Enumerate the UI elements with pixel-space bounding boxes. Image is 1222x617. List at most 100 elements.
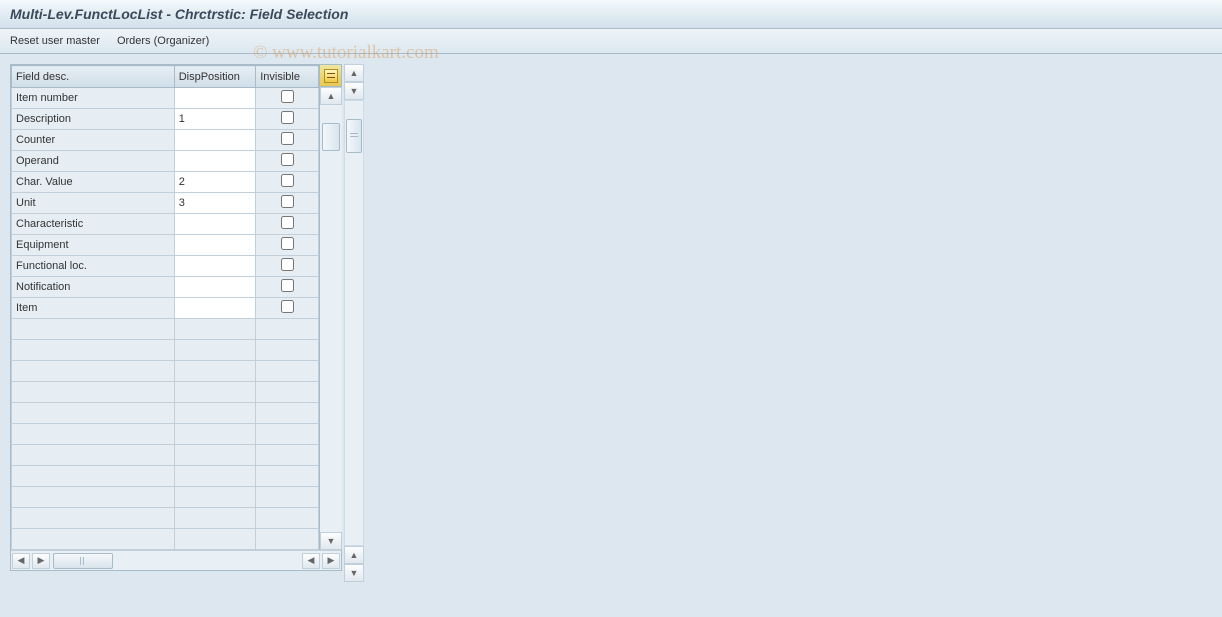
- content-area: Field desc. DispPosition Invisible Item …: [0, 54, 1222, 592]
- field-desc-cell[interactable]: [12, 340, 175, 361]
- table-row: [12, 403, 319, 424]
- field-desc-cell[interactable]: Char. Value: [12, 172, 175, 193]
- scroll-up-icon[interactable]: ▲: [320, 87, 342, 105]
- disp-position-cell[interactable]: [174, 424, 256, 445]
- field-desc-cell[interactable]: [12, 319, 175, 340]
- table-settings-button[interactable]: [320, 65, 341, 87]
- disp-position-cell[interactable]: [174, 340, 256, 361]
- invisible-cell: [256, 130, 319, 151]
- table-horizontal-scrollbar[interactable]: ◀ ▶ ◀ ▶: [11, 550, 341, 570]
- scroll-right-icon[interactable]: ▶: [32, 553, 50, 569]
- vscroll-track[interactable]: [320, 105, 342, 532]
- disp-position-cell[interactable]: [174, 256, 256, 277]
- disp-position-cell[interactable]: [174, 319, 256, 340]
- disp-position-cell[interactable]: [174, 445, 256, 466]
- hscroll-thumb[interactable]: [53, 553, 113, 569]
- disp-position-cell[interactable]: 3: [174, 193, 256, 214]
- field-desc-cell[interactable]: [12, 424, 175, 445]
- disp-position-cell[interactable]: [174, 382, 256, 403]
- scroll-right-end-icon[interactable]: ▶: [322, 553, 340, 569]
- table-row: [12, 424, 319, 445]
- invisible-checkbox[interactable]: [281, 300, 294, 313]
- disp-position-cell[interactable]: [174, 298, 256, 319]
- field-selection-panel: Field desc. DispPosition Invisible Item …: [10, 64, 342, 571]
- invisible-checkbox[interactable]: [281, 237, 294, 250]
- page-title: Multi-Lev.FunctLocList - Chrctrstic: Fie…: [10, 6, 348, 22]
- reset-user-master-button[interactable]: Reset user master: [10, 35, 100, 47]
- vscroll-thumb[interactable]: [322, 123, 340, 151]
- invisible-cell: [256, 235, 319, 256]
- invisible-checkbox[interactable]: [281, 258, 294, 271]
- field-desc-cell[interactable]: Functional loc.: [12, 256, 175, 277]
- invisible-cell: [256, 214, 319, 235]
- table-row: Unit3: [12, 193, 319, 214]
- field-desc-cell[interactable]: Unit: [12, 193, 175, 214]
- field-desc-cell[interactable]: [12, 382, 175, 403]
- field-desc-cell[interactable]: Item: [12, 298, 175, 319]
- field-desc-cell[interactable]: Characteristic: [12, 214, 175, 235]
- panel-vscroll-track[interactable]: [344, 100, 364, 546]
- disp-position-cell[interactable]: [174, 277, 256, 298]
- disp-position-cell[interactable]: [174, 235, 256, 256]
- field-desc-cell[interactable]: [12, 466, 175, 487]
- field-desc-cell[interactable]: Counter: [12, 130, 175, 151]
- column-header-field-desc[interactable]: Field desc.: [12, 66, 175, 88]
- invisible-cell: [256, 445, 319, 466]
- invisible-checkbox[interactable]: [281, 216, 294, 229]
- column-header-disp-position[interactable]: DispPosition: [174, 66, 256, 88]
- invisible-cell: [256, 193, 319, 214]
- disp-position-cell[interactable]: [174, 508, 256, 529]
- disp-position-cell[interactable]: 1: [174, 109, 256, 130]
- panel-scroll-up-end-icon[interactable]: ▲: [344, 546, 364, 564]
- field-desc-cell[interactable]: Item number: [12, 88, 175, 109]
- orders-organizer-button[interactable]: Orders (Organizer): [117, 35, 209, 47]
- field-desc-cell[interactable]: [12, 445, 175, 466]
- disp-position-cell[interactable]: [174, 361, 256, 382]
- field-desc-cell[interactable]: Equipment: [12, 235, 175, 256]
- table-row: Equipment: [12, 235, 319, 256]
- scroll-left-end-icon[interactable]: ◀: [302, 553, 320, 569]
- table-row: [12, 361, 319, 382]
- field-desc-cell[interactable]: [12, 361, 175, 382]
- field-desc-cell[interactable]: [12, 487, 175, 508]
- disp-position-cell[interactable]: [174, 487, 256, 508]
- panel-scroll-down-end-icon[interactable]: ▼: [344, 564, 364, 582]
- scroll-left-icon[interactable]: ◀: [12, 553, 30, 569]
- invisible-cell: [256, 340, 319, 361]
- panel-vscroll-thumb[interactable]: [346, 119, 362, 153]
- field-desc-cell[interactable]: [12, 508, 175, 529]
- invisible-cell: [256, 529, 319, 550]
- invisible-checkbox[interactable]: [281, 195, 294, 208]
- invisible-checkbox[interactable]: [281, 153, 294, 166]
- disp-position-cell[interactable]: [174, 214, 256, 235]
- field-desc-cell[interactable]: Notification: [12, 277, 175, 298]
- panel-scroll-down-icon[interactable]: ▼: [344, 82, 364, 100]
- invisible-checkbox[interactable]: [281, 279, 294, 292]
- disp-position-cell[interactable]: [174, 88, 256, 109]
- table-row: [12, 508, 319, 529]
- invisible-checkbox[interactable]: [281, 132, 294, 145]
- hscroll-track[interactable]: [53, 553, 143, 569]
- field-desc-cell[interactable]: [12, 403, 175, 424]
- disp-position-cell[interactable]: [174, 151, 256, 172]
- invisible-checkbox[interactable]: [281, 111, 294, 124]
- disp-position-cell[interactable]: [174, 466, 256, 487]
- field-desc-cell[interactable]: Operand: [12, 151, 175, 172]
- field-desc-cell[interactable]: [12, 529, 175, 550]
- invisible-checkbox[interactable]: [281, 174, 294, 187]
- invisible-cell: [256, 256, 319, 277]
- invisible-cell: [256, 319, 319, 340]
- panel-scroll-up-icon[interactable]: ▲: [344, 64, 364, 82]
- field-desc-cell[interactable]: Description: [12, 109, 175, 130]
- table-vertical-scrollbar[interactable]: ▲ ▼: [320, 87, 342, 550]
- disp-position-cell[interactable]: [174, 130, 256, 151]
- disp-position-cell[interactable]: [174, 529, 256, 550]
- invisible-cell: [256, 382, 319, 403]
- disp-position-cell[interactable]: [174, 403, 256, 424]
- scroll-down-icon[interactable]: ▼: [320, 532, 342, 550]
- table-row: [12, 382, 319, 403]
- invisible-checkbox[interactable]: [281, 90, 294, 103]
- disp-position-cell[interactable]: 2: [174, 172, 256, 193]
- panel-vertical-scrollbar[interactable]: ▲ ▼ ▲ ▼: [344, 64, 364, 582]
- column-header-invisible[interactable]: Invisible: [256, 66, 319, 88]
